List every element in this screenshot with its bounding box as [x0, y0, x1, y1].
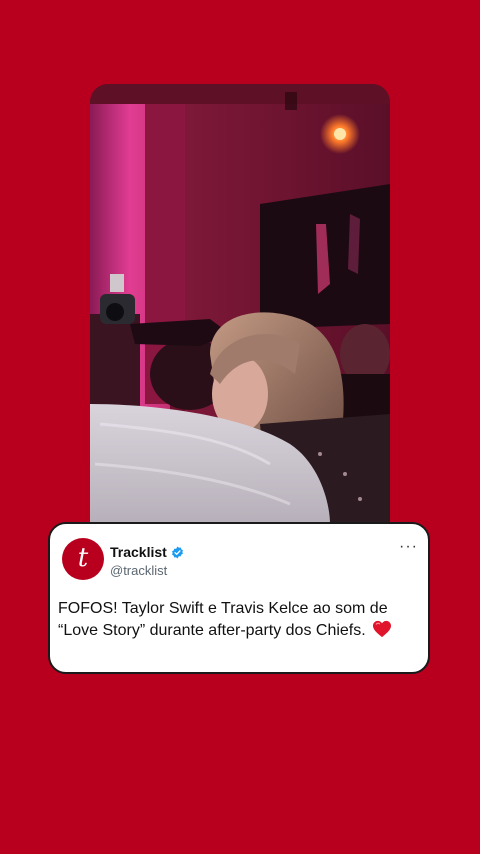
tweet-body: FOFOS! Taylor Swift e Travis Kelce ao so…: [58, 600, 388, 639]
verified-badge-icon: [171, 546, 183, 558]
avatar-letter: t: [77, 543, 89, 573]
red-heart-icon: [373, 620, 392, 638]
author-row: Tracklist: [110, 544, 184, 560]
more-options-icon[interactable]: ···: [399, 539, 418, 555]
tweet-text: FOFOS! Taylor Swift e Travis Kelce ao so…: [58, 598, 420, 642]
post-photo: [90, 84, 390, 524]
user-handle[interactable]: @tracklist: [110, 563, 167, 578]
party-photo-image: [90, 84, 390, 524]
tweet-card[interactable]: t Tracklist @tracklist ··· FOFOS! Taylor…: [48, 522, 430, 674]
avatar[interactable]: t: [62, 538, 104, 580]
display-name[interactable]: Tracklist: [110, 544, 167, 560]
